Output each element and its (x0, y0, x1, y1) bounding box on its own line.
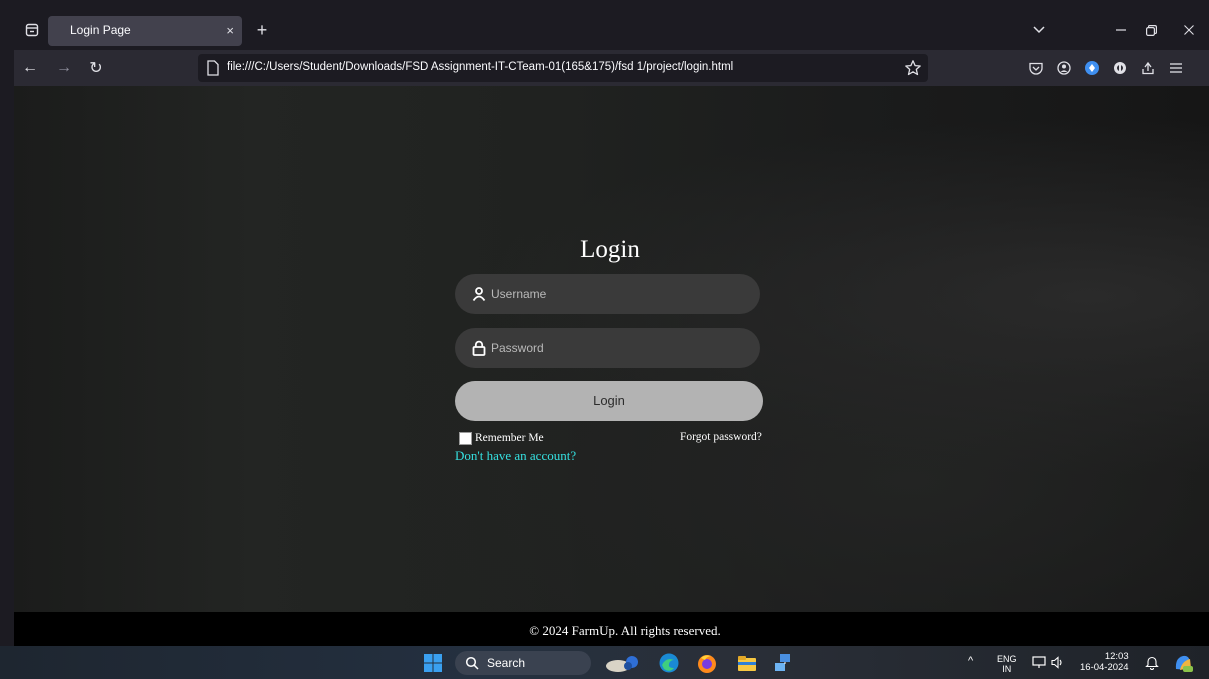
firefox-view-button[interactable] (20, 18, 44, 42)
clock-date: 16-04-2024 (1080, 662, 1129, 673)
forgot-password-link[interactable]: Forgot password? (680, 431, 762, 443)
share-icon[interactable] (1138, 58, 1158, 78)
user-icon (472, 287, 486, 302)
firefox-view-icon (25, 23, 39, 37)
bookmark-star-icon[interactable] (904, 59, 922, 77)
chevron-down-icon (1033, 26, 1045, 34)
screen: Login Page × + ← → ↻ file:///C:/Users/St… (0, 0, 1209, 679)
password-field[interactable] (455, 328, 760, 368)
minimize-button[interactable] (1106, 18, 1136, 42)
windows-taskbar: Search ^ ENG IN 12:03 16-04-2024 (0, 646, 1209, 679)
network-app-icon[interactable] (772, 652, 794, 674)
url-text[interactable]: file:///C:/Users/Student/Downloads/FSD A… (227, 61, 733, 73)
language-code: ENG (997, 654, 1017, 664)
lock-icon (472, 340, 486, 356)
edge-icon[interactable] (658, 652, 680, 674)
close-tab-icon[interactable]: × (226, 23, 234, 39)
widgets-icon[interactable] (604, 652, 644, 674)
close-window-button[interactable] (1174, 18, 1204, 42)
extension-blue-icon[interactable] (1082, 58, 1102, 78)
search-icon (465, 656, 479, 670)
copilot-icon[interactable] (1172, 652, 1194, 674)
tray-overflow-chevron[interactable]: ^ (968, 655, 973, 667)
account-icon[interactable] (1054, 58, 1074, 78)
close-icon (1184, 25, 1194, 35)
username-field[interactable] (455, 274, 760, 314)
reload-button[interactable]: ↻ (84, 56, 108, 80)
forward-button[interactable]: → (52, 56, 76, 80)
login-button[interactable]: Login (455, 381, 763, 421)
remember-me-label: Remember Me (475, 431, 544, 444)
language-indicator[interactable]: ENG IN (997, 654, 1017, 674)
volume-icon[interactable] (1050, 656, 1064, 669)
search-label: Search (487, 656, 526, 670)
firefox-icon[interactable] (696, 652, 718, 674)
taskbar-search[interactable]: Search (455, 651, 591, 675)
new-tab-button[interactable]: + (250, 18, 274, 42)
restore-icon (1145, 24, 1157, 36)
privacy-badger-icon[interactable] (1110, 58, 1130, 78)
clock[interactable]: 12:03 16-04-2024 (1080, 651, 1129, 673)
browser-tab-bar: Login Page × + (14, 10, 1209, 50)
pocket-icon[interactable] (1026, 58, 1046, 78)
windows-start-icon[interactable] (424, 654, 442, 672)
remember-me-checkbox[interactable] (459, 432, 472, 445)
url-bar[interactable]: file:///C:/Users/Student/Downloads/FSD A… (198, 54, 928, 82)
region-code: IN (1002, 664, 1012, 674)
page-icon (207, 60, 219, 76)
login-heading: Login (580, 236, 640, 263)
remember-me[interactable]: Remember Me (459, 430, 544, 445)
back-button[interactable]: ← (18, 56, 42, 80)
signup-link[interactable]: Don't have an account? (455, 448, 576, 464)
file-explorer-icon[interactable] (736, 652, 758, 674)
browser-nav-bar: ← → ↻ file:///C:/Users/Student/Downloads… (14, 50, 1209, 86)
network-icon[interactable] (1032, 656, 1046, 669)
clock-time: 12:03 (1104, 651, 1129, 662)
password-input[interactable] (491, 328, 741, 368)
minimize-icon (1116, 29, 1126, 31)
tab-login-page[interactable]: Login Page × (48, 16, 242, 46)
username-input[interactable] (491, 274, 741, 314)
page-footer: © 2024 FarmUp. All rights reserved. (14, 612, 1209, 646)
footer-text: © 2024 FarmUp. All rights reserved. (529, 623, 721, 638)
tab-title: Login Page (70, 23, 131, 37)
notification-bell-icon[interactable] (1145, 655, 1159, 670)
menu-icon[interactable] (1166, 58, 1186, 78)
list-all-tabs-button[interactable] (1024, 18, 1054, 42)
restore-button[interactable] (1136, 18, 1166, 42)
page-content: Login Login Remember Me Forgot password?… (14, 86, 1209, 612)
